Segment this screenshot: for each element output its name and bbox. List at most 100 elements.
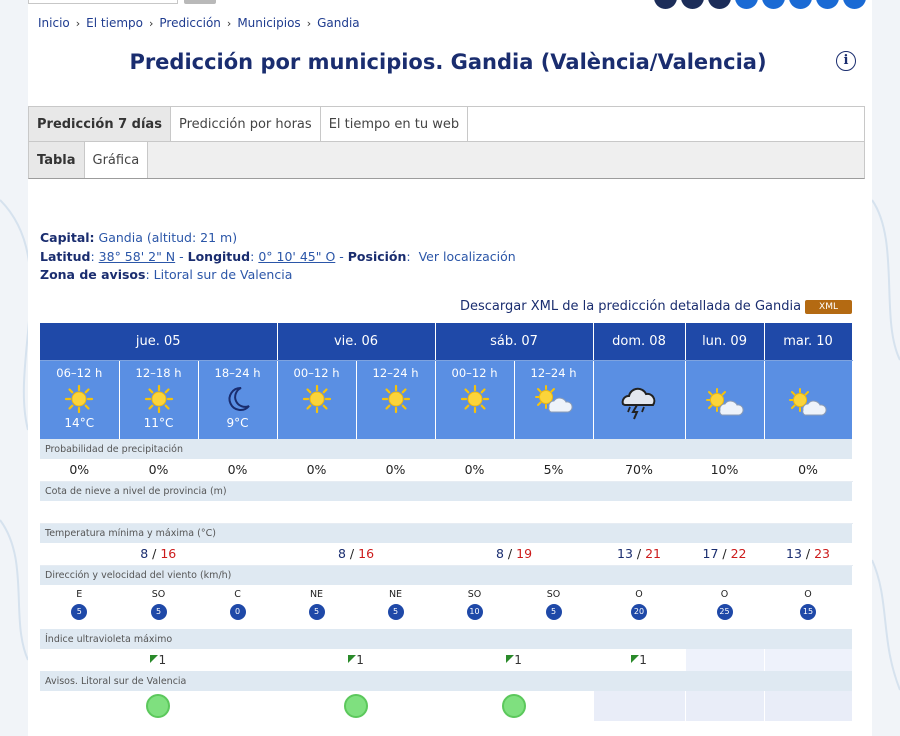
period-cell: 12–18 h 11°C: [119, 360, 199, 439]
period-cell: 12–24 h: [514, 360, 594, 439]
zona-value: Litoral sur de Valencia: [153, 267, 293, 282]
capital-label: Capital:: [40, 230, 95, 245]
temp-min: 17: [702, 546, 719, 562]
breadcrumb-inicio[interactable]: Inicio: [38, 16, 70, 30]
period-temp: 11°C: [143, 415, 174, 430]
tab-tabla[interactable]: Tabla: [29, 142, 85, 178]
tab-grafica[interactable]: Gráfica: [84, 142, 149, 178]
temp-min: 8: [338, 546, 346, 562]
temp-cell: 13 / 21: [593, 543, 686, 566]
temp-cell: 8 / 16: [40, 543, 278, 566]
day-header: dom. 08: [593, 323, 686, 361]
breadcrumb-gandia[interactable]: Gandia: [317, 16, 360, 30]
wind-cell: O 15: [764, 585, 853, 629]
uv-flag-icon: [348, 655, 357, 663]
chevron-right-icon: ›: [148, 16, 154, 30]
period-row: 06–12 h 14°C 12–18 h 11°C 18–24 h 9°C 00–12 h 1…: [40, 360, 853, 439]
period-cell: 00–12 h: [435, 360, 515, 439]
precip-cell: 0%: [277, 459, 357, 482]
chevron-right-icon: ›: [226, 16, 232, 30]
wind-cell: O 25: [685, 585, 765, 629]
alert-cell: [277, 691, 436, 721]
search-button[interactable]: [184, 0, 216, 4]
temp-separator: /: [801, 546, 815, 562]
label-row: Temperatura mínima y máxima (°C): [40, 523, 853, 543]
uv-cell: [685, 649, 765, 671]
download-xml-link[interactable]: Descargar XML de la predicción detallada…: [460, 299, 801, 314]
alerts-label: Avisos. Litoral sur de Valencia: [40, 671, 853, 691]
temp-cell: 17 / 22: [685, 543, 765, 566]
alert-green-icon[interactable]: [344, 694, 369, 718]
temp-cell: 13 / 23: [764, 543, 853, 566]
temp-max: 22: [730, 546, 747, 562]
rss-icon[interactable]: [708, 0, 731, 9]
wind-cell: SO 10: [435, 585, 515, 629]
uv-flag-icon: [506, 655, 515, 663]
temp-min: 8: [140, 546, 149, 562]
tab-prediccion-por-horas[interactable]: Predicción por horas: [171, 107, 321, 141]
linkedin-icon[interactable]: [816, 0, 839, 9]
youtube-icon[interactable]: [789, 0, 812, 9]
tab-prediccion-7-dias[interactable]: Predicción 7 días: [29, 107, 171, 141]
uv-cell: 1: [40, 649, 278, 671]
instagram-icon[interactable]: [843, 0, 866, 9]
alert-green-icon[interactable]: [146, 694, 171, 718]
precip-cell: 0%: [40, 459, 120, 482]
period-label: 00–12 h: [451, 365, 498, 380]
pos-label: Posición: [347, 248, 407, 264]
xml-button[interactable]: XML: [805, 299, 852, 314]
info-icon[interactable]: i: [836, 51, 856, 71]
label-row: Avisos. Litoral sur de Valencia: [40, 671, 853, 691]
snow-cell: [593, 501, 686, 524]
capital-value: Gandia (altitud: 21 m): [98, 230, 238, 245]
uv-label: Índice ultravioleta máximo: [40, 629, 853, 649]
sun-cloud-icon: [705, 387, 744, 416]
lat-value[interactable]: 38° 58' 2" N: [99, 249, 175, 264]
temp-separator: /: [718, 546, 731, 562]
facebook-icon[interactable]: [735, 0, 758, 9]
main-tabs: Predicción 7 días Predicción por horas E…: [28, 106, 865, 142]
wind-speed-badge: 5: [150, 604, 167, 620]
day-header: jue. 05: [40, 323, 278, 361]
label-row: Probabilidad de precipitación: [40, 439, 853, 459]
temp-separator: /: [632, 546, 646, 562]
temp-cell: 8 / 19: [435, 543, 594, 566]
lon-value[interactable]: 0° 10' 45" O: [258, 249, 335, 264]
snow-row: [40, 501, 853, 524]
snow-cell: [119, 501, 199, 524]
precip-cell: 0%: [764, 459, 853, 482]
wind-direction: O: [804, 589, 812, 600]
wind-cell: E5: [40, 585, 120, 629]
period-cell: [764, 360, 853, 439]
period-label: 18–24 h: [214, 365, 261, 380]
snow-label: Cota de nieve a nivel de provincia (m): [40, 481, 853, 501]
wind-row: E 5 SO 5 C 0 NE 5 NE 5 SO 10 SO 5 O 20 O 25 O 15: [40, 585, 853, 629]
sun-icon: [302, 384, 331, 413]
alert-green-icon[interactable]: [502, 694, 527, 718]
breadcrumb-municipios[interactable]: Municipios: [237, 16, 300, 30]
precip-cell: 0%: [119, 459, 199, 482]
uv-cell: 1: [593, 649, 686, 671]
label-row: Cota de nieve a nivel de provincia (m): [40, 481, 853, 501]
period-cell: 12–24 h: [356, 360, 436, 439]
temp-label: Temperatura mínima y máxima (°C): [40, 523, 853, 543]
location-icon[interactable]: [681, 0, 704, 9]
wind-speed-badge: 5: [71, 604, 88, 620]
wind-direction: NE: [388, 589, 403, 600]
breadcrumb-el-tiempo[interactable]: El tiempo: [86, 16, 143, 30]
temp-max: 16: [358, 546, 375, 562]
ver-localizacion-link[interactable]: Ver localización: [419, 249, 516, 264]
storm-cloud-icon: [621, 387, 656, 420]
wind-speed-badge: 20: [631, 604, 648, 620]
alert-cell: [593, 691, 686, 721]
period-cell: [593, 360, 686, 439]
search-input[interactable]: [28, 0, 178, 4]
temp-min: 13: [786, 546, 802, 562]
tab-el-tiempo-en-tu-web[interactable]: El tiempo en tu web: [321, 107, 469, 141]
wind-speed-badge: 0: [229, 604, 246, 620]
wind-direction: SO: [546, 589, 561, 600]
twitter-icon[interactable]: [762, 0, 785, 9]
print-icon[interactable]: [654, 0, 677, 9]
breadcrumb-prediccion[interactable]: Predicción: [159, 16, 221, 30]
precip-cell: 0%: [198, 459, 278, 482]
